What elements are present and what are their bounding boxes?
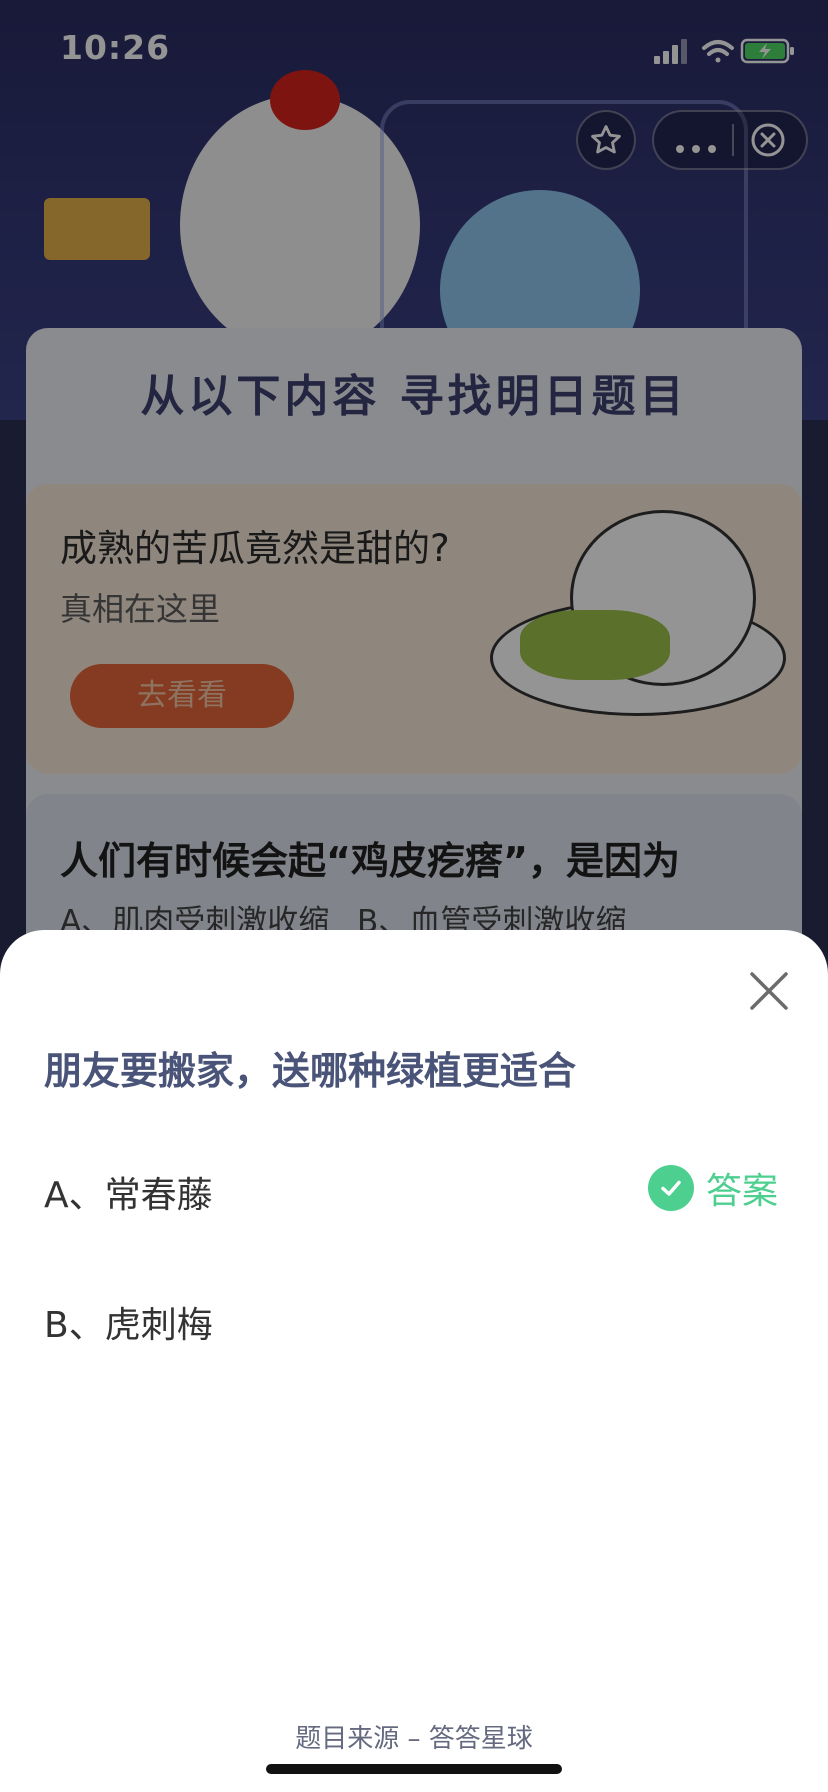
check-icon bbox=[648, 1165, 694, 1211]
home-indicator[interactable] bbox=[266, 1764, 562, 1774]
answer-label: 答案 bbox=[706, 1171, 779, 1212]
close-sheet-button[interactable] bbox=[746, 968, 792, 1014]
sheet-question: 朋友要搬家，送哪种绿植更适合 bbox=[44, 1049, 577, 1093]
option-b: B、虎刺梅 bbox=[44, 1305, 213, 1346]
close-icon bbox=[750, 972, 788, 1010]
answer-badge: 答案 bbox=[648, 1162, 778, 1214]
option-a: A、常春藤 bbox=[44, 1175, 213, 1216]
question-source: 题目来源 – 答答星球 bbox=[295, 1724, 533, 1754]
